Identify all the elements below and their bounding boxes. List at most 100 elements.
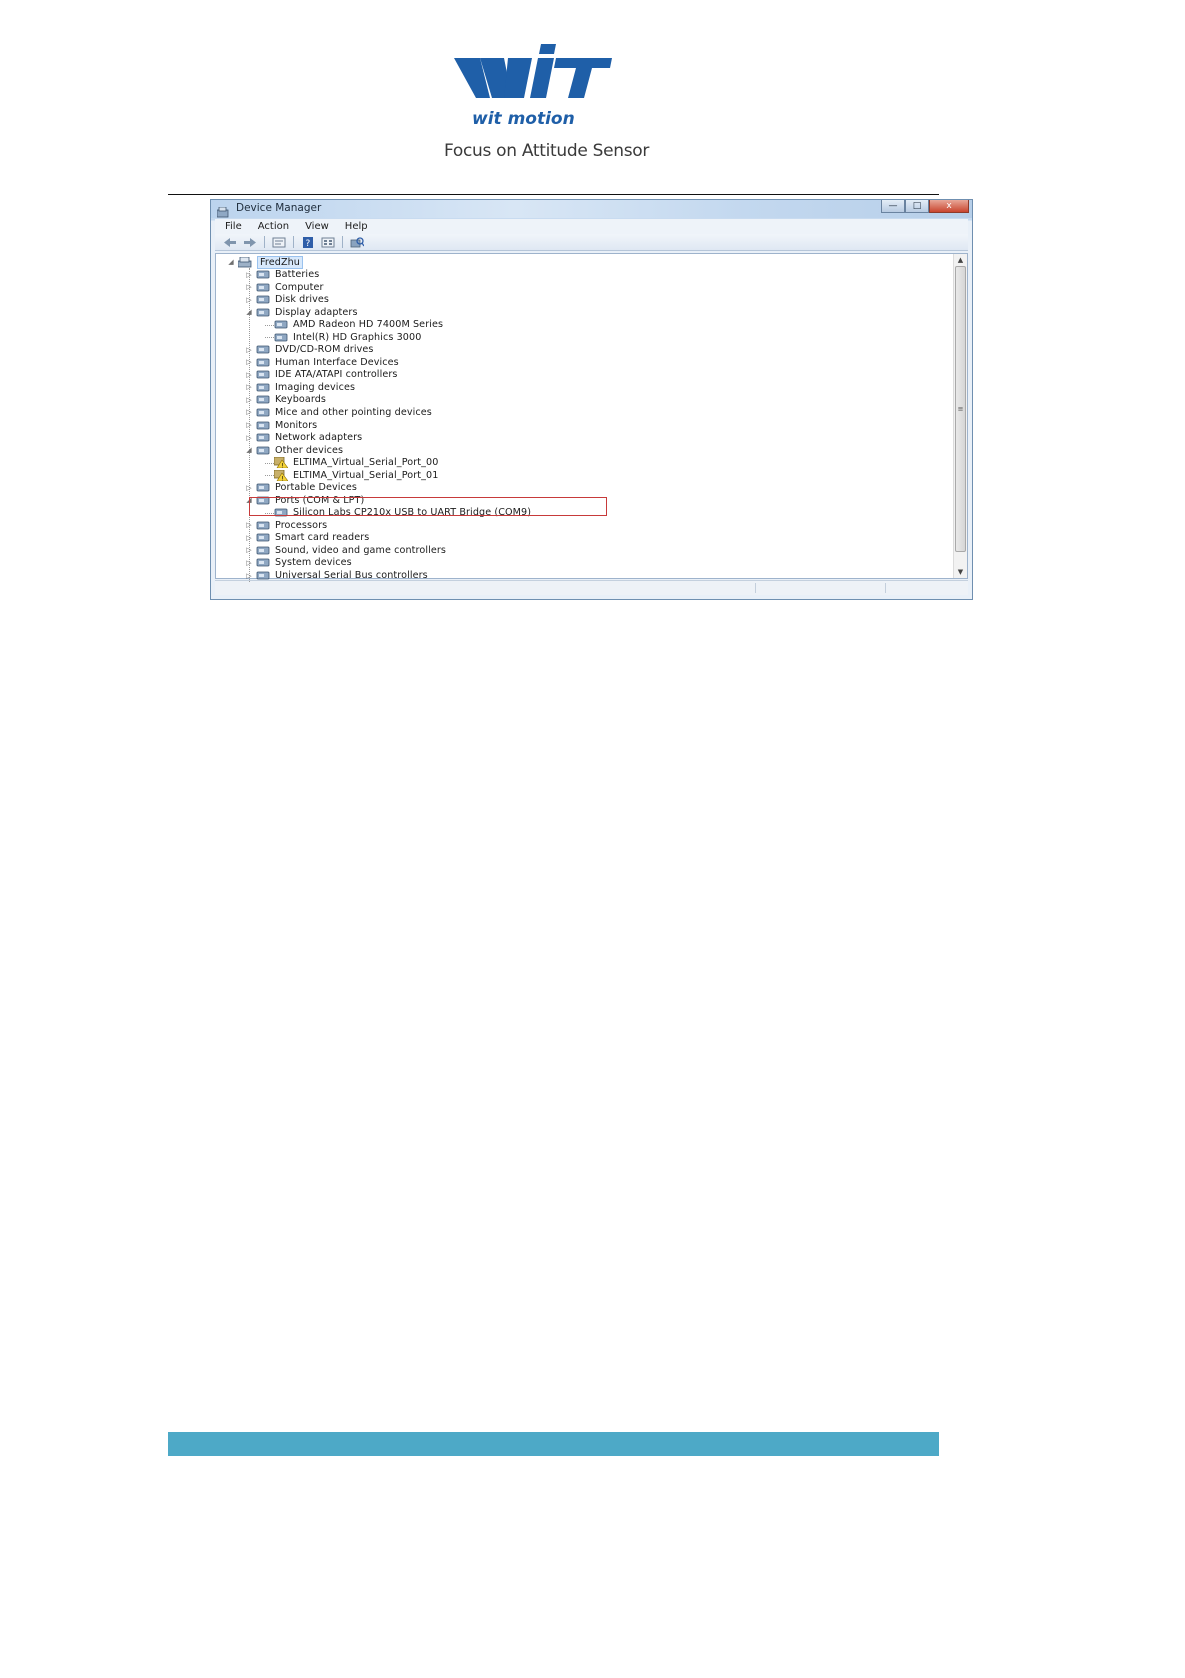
tree-item-processors[interactable]: ▷ Processors [245,519,327,531]
expand-arrow-icon[interactable]: ▷ [245,408,253,416]
tree-item-label: Mice and other pointing devices [275,406,432,418]
tree-item-system-devices[interactable]: ▷ System devices [245,557,352,569]
tree-item-monitors[interactable]: ▷ Monitors [245,419,317,431]
maximize-button[interactable]: □ [905,200,929,213]
tree-item-other-devices[interactable]: ◢ Other devices [245,444,343,456]
tree-item-sound-video-and-game-controllers[interactable]: ▷ Sound, video and game controllers [245,544,446,556]
tree-item-disk-drives[interactable]: ▷ Disk drives [245,294,329,306]
expand-arrow-icon[interactable]: ▷ [245,383,253,391]
expand-arrow-icon[interactable]: ▷ [245,283,253,291]
tree-item-label: Smart card readers [275,532,370,544]
toolbar-separator [264,236,265,248]
tree-item-label: Universal Serial Bus controllers [275,570,428,581]
expand-arrow-icon[interactable]: ▷ [245,559,253,567]
svg-text:?: ? [306,239,311,248]
tree-item-amd-radeon-hd-7400m-series[interactable]: AMD Radeon HD 7400M Series [263,319,443,331]
hid-icon [256,357,270,368]
scroll-thumb[interactable]: ≡ [955,266,966,552]
tree-item-mice-and-other-pointing-devices[interactable]: ▷ Mice and other pointing devices [245,406,432,418]
tree-item-label: Processors [275,519,328,531]
expand-arrow-icon[interactable]: ▷ [245,396,253,404]
system-device-icon [256,557,270,568]
tree-item-label: Human Interface Devices [275,356,399,368]
expand-arrow-icon[interactable]: ▷ [245,434,253,442]
tree-item-label: Batteries [275,269,320,281]
tree-item-batteries[interactable]: ▷ Batteries [245,269,319,281]
tree-item-ide-ata-atapi-controllers[interactable]: ▷ IDE ATA/ATAPI controllers [245,369,397,381]
witmotion-logo: wit motion [446,44,616,129]
dvd-drive-icon [256,344,270,355]
forward-icon[interactable] [241,236,259,249]
tree-item-label: ELTIMA_Virtual_Serial_Port_00 [293,457,439,469]
tree-item-human-interface-devices[interactable]: ▷ Human Interface Devices [245,356,399,368]
expand-arrow-icon[interactable]: ▷ [245,572,253,580]
tree-item-label: ELTIMA_Virtual_Serial_Port_01 [293,469,439,481]
svg-text:!: ! [281,463,283,469]
tree-item-label: Computer [275,281,324,293]
window-title: Device Manager [236,202,322,214]
toolbar-separator [293,236,294,248]
scroll-up-button[interactable]: ▲ [954,254,967,266]
expand-arrow-icon[interactable]: ▷ [245,358,253,366]
collapse-arrow-icon[interactable]: ◢ [245,446,253,454]
device-manager-icon [216,203,229,218]
tree-item-imaging-devices[interactable]: ▷ Imaging devices [245,381,355,393]
warning-device-icon: ! [274,469,288,481]
tree-item-label: Portable Devices [275,482,358,494]
tree-item-portable-devices[interactable]: ▷ Portable Devices [245,482,357,494]
sound-icon [256,545,270,556]
tree-item-network-adapters[interactable]: ▷ Network adapters [245,432,362,444]
tree-item-intel-r-hd-graphics-3000[interactable]: Intel(R) HD Graphics 3000 [263,331,421,343]
expand-arrow-icon[interactable]: ▷ [245,271,253,279]
network-adapter-icon [256,432,270,443]
help-icon[interactable]: ? [299,236,317,249]
tree-item-universal-serial-bus-controllers[interactable]: ▷ Universal Serial Bus controllers [245,570,428,582]
expand-arrow-icon[interactable]: ▷ [245,484,253,492]
tree-item-smart-card-readers[interactable]: ▷ Smart card readers [245,532,369,544]
minimize-button[interactable]: — [881,200,905,213]
back-icon[interactable] [221,236,239,249]
tree-item-dvd-cd-rom-drives[interactable]: ▷ DVD/CD-ROM drives [245,344,373,356]
tree-item-keyboards[interactable]: ▷ Keyboards [245,394,326,406]
collapse-arrow-icon[interactable]: ◢ [227,258,235,266]
scroll-down-button[interactable]: ▼ [954,566,967,578]
title-bar[interactable]: Device Manager — □ x [211,200,972,218]
expand-arrow-icon[interactable]: ▷ [245,534,253,542]
expand-arrow-icon[interactable]: ▷ [245,421,253,429]
view-icon[interactable] [319,236,337,249]
expand-arrow-icon[interactable]: ▷ [245,546,253,554]
tree-item-eltima-virtual-serial-port-01[interactable]: ! ELTIMA_Virtual_Serial_Port_01 [263,469,438,481]
display-adapter-icon [256,307,270,318]
expand-arrow-icon[interactable]: ▷ [245,346,253,354]
header-divider [168,194,939,195]
tree-item-label: IDE ATA/ATAPI controllers [275,369,398,381]
status-divider [755,583,756,593]
menu-file[interactable]: File [225,221,242,232]
menu-view[interactable]: View [305,221,329,232]
vertical-scrollbar[interactable]: ▲ ≡ ▼ [953,254,967,578]
tree-item-label: FredZhu [257,255,303,269]
properties-icon[interactable] [270,236,288,249]
tree-item-label: Sound, video and game controllers [275,544,446,556]
keyboard-icon [256,394,270,405]
footer-bar [168,1432,939,1456]
tree-item-display-adapters[interactable]: ◢ Display adapters [245,306,358,318]
tree-root-fredzhu[interactable]: ◢ FredZhu [227,255,303,269]
display-adapter-icon [274,332,288,343]
usb-icon [256,570,270,581]
tree-item-label: System devices [275,557,352,569]
camera-icon [256,382,270,393]
tree-item-computer[interactable]: ▷ Computer [245,281,324,293]
expand-arrow-icon[interactable]: ▷ [245,521,253,529]
tree-item-label: Imaging devices [275,381,356,393]
expand-arrow-icon[interactable]: ▷ [245,296,253,304]
close-button[interactable]: x [929,200,969,213]
menu-action[interactable]: Action [258,221,289,232]
tree-item-eltima-virtual-serial-port-00[interactable]: ! ELTIMA_Virtual_Serial_Port_00 [263,457,438,469]
expand-arrow-icon[interactable]: ▷ [245,371,253,379]
tree-item-label: Display adapters [275,306,358,318]
computer-root-icon [238,256,252,268]
collapse-arrow-icon[interactable]: ◢ [245,308,253,316]
scan-hardware-icon[interactable] [348,236,366,249]
menu-help[interactable]: Help [345,221,368,232]
